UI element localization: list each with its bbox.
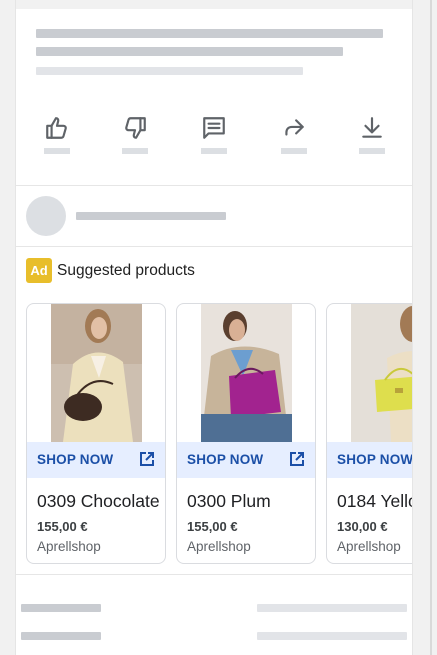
product-store: Aprellshop — [37, 539, 101, 554]
top-strip — [16, 0, 412, 9]
thumbs-up-icon — [46, 117, 67, 139]
suggested-products-header: Ad Suggested products — [26, 258, 195, 283]
external-link-icon — [139, 451, 155, 467]
video-panel: Ad Suggested products SHOP NOW 0309 Choc… — [15, 0, 413, 655]
external-link-icon — [289, 451, 305, 467]
channel-avatar[interactable] — [26, 196, 66, 236]
share-icon — [285, 119, 304, 136]
title-skeleton-line-2 — [36, 47, 343, 56]
product-name[interactable]: 0184 Yellow — [337, 491, 412, 512]
share-button[interactable] — [269, 115, 319, 160]
channel-name-skeleton — [76, 212, 226, 220]
download-skeleton — [359, 148, 385, 154]
skeleton-line — [257, 604, 407, 612]
product-name[interactable]: 0300 Plum — [187, 491, 311, 512]
ad-badge: Ad — [26, 258, 52, 283]
like-count-skeleton — [44, 148, 70, 154]
shop-now-button[interactable]: SHOP NOW — [27, 442, 165, 478]
product-price: 130,00 € — [337, 519, 388, 534]
comment-button[interactable] — [189, 115, 239, 160]
shop-now-button[interactable]: SHOP NOW — [327, 442, 413, 478]
product-image[interactable] — [201, 304, 292, 442]
product-price: 155,00 € — [187, 519, 238, 534]
title-skeleton-line-3 — [36, 67, 303, 75]
product-card[interactable]: SHOP NOW 0300 Plum 155,00 € Aprellshop — [176, 303, 316, 564]
divider — [16, 185, 412, 186]
product-image[interactable] — [51, 304, 142, 442]
shop-now-button[interactable]: SHOP NOW — [177, 442, 315, 478]
product-card[interactable]: SHOP NOW 0184 Yellow 130,00 € Aprellshop — [326, 303, 413, 564]
title-skeleton-line-1 — [36, 29, 383, 38]
comment-skeleton — [201, 148, 227, 154]
suggested-products-title: Suggested products — [57, 261, 195, 279]
product-price: 155,00 € — [37, 519, 88, 534]
shop-now-label: SHOP NOW — [187, 452, 264, 467]
divider — [16, 574, 412, 575]
product-image[interactable] — [351, 304, 412, 442]
dislike-skeleton — [122, 148, 148, 154]
product-store: Aprellshop — [187, 539, 251, 554]
shop-now-label: SHOP NOW — [337, 452, 413, 467]
page-edge — [430, 0, 432, 655]
share-skeleton — [281, 148, 307, 154]
skeleton-line — [21, 604, 101, 612]
download-icon — [362, 117, 382, 138]
comment-icon — [203, 117, 225, 139]
product-card[interactable]: SHOP NOW 0309 Chocolate 155,00 € Aprells… — [26, 303, 166, 564]
product-store: Aprellshop — [337, 539, 401, 554]
skeleton-line — [257, 632, 407, 640]
thumbs-down-icon — [125, 117, 146, 139]
skeleton-line — [21, 632, 101, 640]
shop-now-label: SHOP NOW — [37, 452, 114, 467]
divider — [16, 246, 412, 247]
like-button[interactable] — [32, 115, 82, 160]
dislike-button[interactable] — [110, 115, 160, 160]
product-name[interactable]: 0309 Chocolate — [37, 491, 161, 512]
download-button[interactable] — [347, 115, 397, 160]
